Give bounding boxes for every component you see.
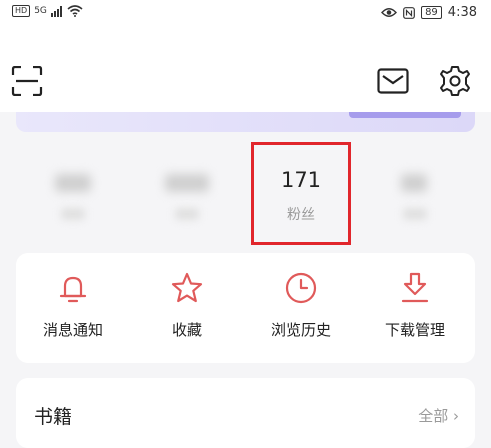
action-history[interactable]: 浏览历史 bbox=[244, 253, 358, 363]
hd-badge: HD bbox=[12, 5, 31, 17]
blurred-label bbox=[175, 208, 199, 220]
action-label: 浏览历史 bbox=[270, 321, 331, 339]
action-label: 收藏 bbox=[171, 321, 202, 339]
stat-item-2[interactable] bbox=[137, 140, 237, 245]
promo-accent bbox=[349, 112, 461, 118]
download-icon bbox=[401, 272, 429, 303]
action-label: 消息通知 bbox=[42, 321, 103, 339]
battery-level: 89 bbox=[421, 6, 442, 19]
star-icon bbox=[171, 272, 203, 303]
settings-button[interactable] bbox=[438, 64, 472, 98]
eye-icon bbox=[381, 8, 398, 17]
scan-icon bbox=[11, 66, 43, 96]
mail-icon bbox=[377, 68, 409, 94]
stats-row: 171 粉丝 bbox=[0, 140, 491, 245]
clock-icon bbox=[285, 272, 317, 304]
signal-icon bbox=[50, 5, 62, 17]
scan-button[interactable] bbox=[10, 64, 44, 98]
status-bar: HD 5G 89 4:38 bbox=[0, 0, 491, 26]
blurred-value bbox=[165, 174, 209, 192]
actions-card: 消息通知 收藏 浏览历史 下载管理 bbox=[16, 253, 475, 363]
action-favorites[interactable]: 收藏 bbox=[130, 253, 244, 363]
books-card: 书籍 全部 › bbox=[16, 378, 475, 448]
bell-icon bbox=[59, 276, 87, 303]
mail-button[interactable] bbox=[376, 66, 410, 96]
action-label: 下载管理 bbox=[384, 321, 445, 339]
network-label: 5G bbox=[34, 6, 47, 16]
blurred-label bbox=[403, 208, 427, 220]
blurred-value bbox=[401, 174, 427, 192]
books-view-all-link[interactable]: 全部 › bbox=[418, 405, 459, 426]
top-bar bbox=[0, 26, 491, 112]
gear-icon bbox=[440, 66, 470, 96]
books-title: 书籍 bbox=[34, 406, 73, 428]
wifi-icon bbox=[67, 5, 83, 17]
nfc-icon bbox=[403, 6, 415, 19]
promo-banner[interactable] bbox=[16, 112, 475, 132]
blurred-label bbox=[61, 208, 85, 220]
action-notifications[interactable]: 消息通知 bbox=[16, 253, 130, 363]
stat-item-4[interactable] bbox=[365, 140, 465, 245]
action-downloads[interactable]: 下载管理 bbox=[358, 253, 472, 363]
clock-time: 4:38 bbox=[447, 5, 477, 20]
stat-item-1[interactable] bbox=[23, 140, 123, 245]
highlight-box bbox=[251, 142, 351, 245]
blurred-value bbox=[55, 174, 91, 192]
status-left: HD 5G bbox=[12, 5, 83, 17]
status-right: 89 4:38 bbox=[381, 5, 477, 20]
